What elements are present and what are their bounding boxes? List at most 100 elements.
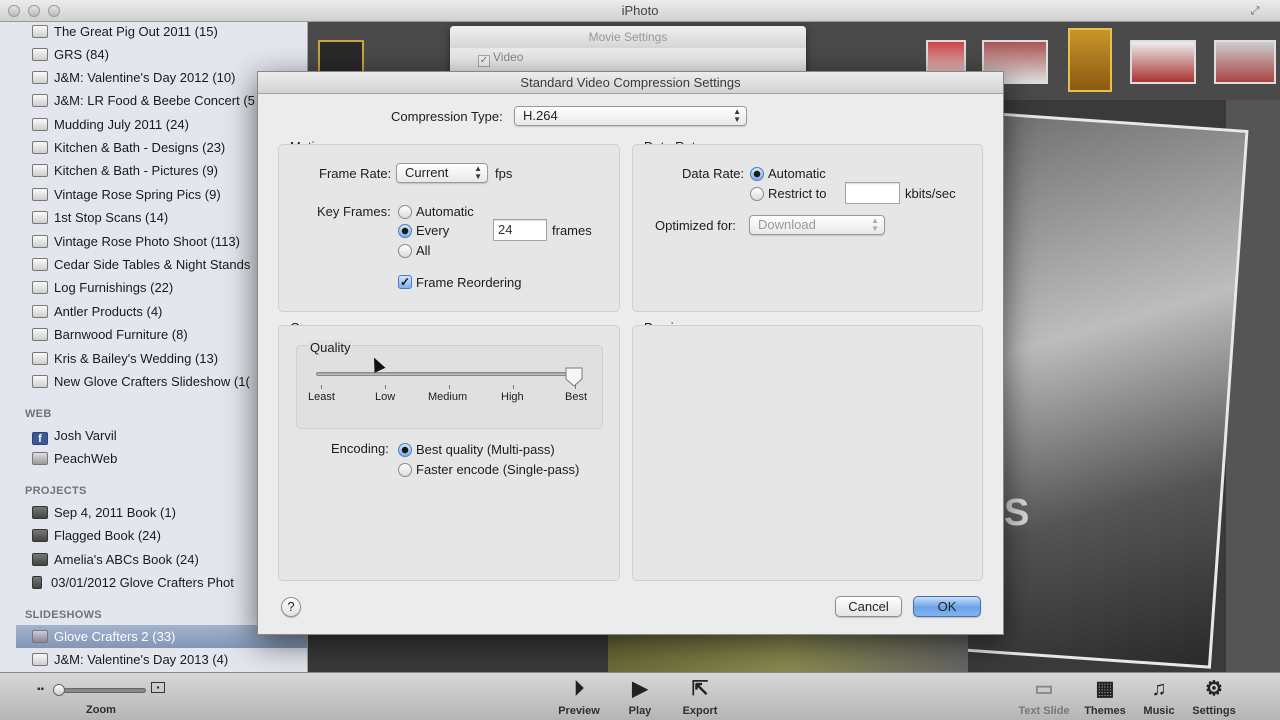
popup-arrows-icon: ▲ ▼: [733, 107, 741, 124]
sidebar-item-album[interactable]: Barnwood Furniture (8): [32, 324, 188, 346]
data-rate-automatic-label: Automatic: [768, 166, 826, 181]
preview-button[interactable]: ⏵ Preview: [549, 677, 609, 717]
sidebar-item-slideshow[interactable]: J&M: Valentine's Day 2013 (4): [32, 649, 228, 671]
key-frames-interval-field[interactable]: 24: [493, 219, 547, 241]
sidebar-item-album[interactable]: J&M: LR Food & Beebe Concert (5: [32, 90, 255, 112]
sidebar-item-project[interactable]: Amelia's ABCs Book (24): [32, 549, 199, 571]
settings-label: Settings: [1192, 705, 1236, 717]
key-frames-label: Key Frames:: [317, 204, 391, 219]
zoom-slider-thumb[interactable]: [53, 684, 65, 696]
data-rate-restrict-label: Restrict to: [768, 186, 827, 201]
album-icon: [32, 328, 48, 341]
sidebar-item-label: J&M: LR Food & Beebe Concert (5: [54, 93, 255, 108]
album-icon: [32, 25, 48, 38]
data-rate-restrict-radio[interactable]: [750, 187, 764, 201]
data-rate-automatic-radio[interactable]: [750, 167, 764, 181]
sidebar-item-album[interactable]: Cedar Side Tables & Night Stands: [32, 254, 250, 276]
quality-tick-label: Medium: [428, 391, 468, 403]
sidebar-item-album[interactable]: New Glove Crafters Slideshow (1(: [32, 371, 250, 393]
key-frames-all-radio[interactable]: [398, 244, 412, 258]
sidebar-item-label: Josh Varvil: [54, 428, 117, 443]
slide-floor-image: [608, 634, 968, 674]
album-icon: [32, 71, 48, 84]
sidebar-item-project[interactable]: Sep 4, 2011 Book (1): [32, 502, 176, 524]
encoding-best-quality-radio[interactable]: [398, 443, 412, 457]
sidebar-item-peachweb[interactable]: PeachWeb: [32, 448, 117, 470]
play-icon: ▶: [632, 678, 648, 700]
preview-label: Preview: [558, 705, 600, 717]
music-label: Music: [1143, 705, 1175, 717]
fullscreen-icon[interactable]: ⤢: [1248, 4, 1262, 18]
compression-type-popup[interactable]: H.264 ▲ ▼: [514, 106, 747, 126]
sidebar-item-album[interactable]: Vintage Rose Photo Shoot (113): [32, 231, 240, 253]
zoom-window-button[interactable]: [48, 5, 60, 17]
sidebar-item-album[interactable]: The Great Pig Out 2011 (15): [32, 22, 218, 43]
text-slide-button[interactable]: ▭ Text Slide: [1014, 677, 1074, 717]
small-photo-icon: ▪▪: [37, 684, 45, 695]
help-button[interactable]: ?: [281, 597, 301, 617]
slideshow-icon: [32, 630, 48, 643]
frame-rate-value: Current: [405, 165, 449, 180]
quality-slider-thumb[interactable]: [565, 367, 583, 387]
thumbnail[interactable]: [1130, 40, 1196, 84]
zoom-slider-track[interactable]: [56, 688, 146, 693]
video-checkbox[interactable]: ✓ Video: [478, 50, 523, 67]
key-frames-automatic-radio[interactable]: [398, 205, 412, 219]
sidebar-item-album[interactable]: J&M: Valentine's Day 2012 (10): [32, 67, 235, 89]
themes-button[interactable]: ▦ Themes: [1075, 677, 1135, 717]
optimized-for-label: Optimized for:: [655, 218, 736, 233]
frame-reordering-checkbox[interactable]: ✓: [398, 275, 412, 289]
sidebar-item-label: Mudding July 2011 (24): [54, 117, 189, 132]
sidebar-item-project[interactable]: Flagged Book (24): [32, 525, 161, 547]
quality-slider-track[interactable]: [316, 372, 578, 376]
minimize-window-button[interactable]: [28, 5, 40, 17]
close-window-button[interactable]: [8, 5, 20, 17]
movie-settings-title: Movie Settings: [450, 26, 806, 48]
play-button[interactable]: ▶ Play: [610, 677, 670, 717]
thumbnail[interactable]: [1068, 28, 1112, 92]
sidebar-item-label: Glove Crafters 2 (33): [54, 629, 176, 644]
album-icon: [32, 258, 48, 271]
large-photo-icon: ▪: [151, 682, 165, 693]
popup-arrows-icon: ▲ ▼: [474, 164, 482, 181]
sidebar-item-album[interactable]: 1st Stop Scans (14): [32, 207, 168, 229]
frame-rate-popup[interactable]: Current ▲ ▼: [396, 163, 488, 183]
sidebar-item-josh-varvil[interactable]: f Josh Varvil: [32, 425, 117, 447]
play-label: Play: [628, 705, 652, 717]
themes-icon: ▦: [1095, 678, 1115, 700]
album-icon: [32, 141, 48, 154]
export-button[interactable]: ⇱ Export: [670, 677, 730, 717]
cancel-button[interactable]: Cancel: [835, 596, 902, 617]
sidebar-item-slideshow[interactable]: Glove Crafters 2 (33): [32, 626, 175, 648]
sidebar-item-label: Kitchen & Bath - Pictures (9): [54, 163, 219, 178]
optimized-for-value: Download: [758, 217, 816, 232]
encoding-faster-label: Faster encode (Single-pass): [416, 462, 580, 477]
sidebar-item-album[interactable]: Log Furnishings (22): [32, 277, 173, 299]
sidebar-item-album[interactable]: Mudding July 2011 (24): [32, 114, 189, 136]
sidebar-item-album[interactable]: Kitchen & Bath - Pictures (9): [32, 160, 218, 182]
key-frames-every-label: Every: [416, 223, 450, 238]
sidebar-item-label: Kris & Bailey's Wedding (13): [54, 351, 219, 366]
album-icon: [32, 281, 48, 294]
book-icon: [32, 553, 48, 566]
sidebar-item-project[interactable]: 03/01/2012 Glove Crafters Phot: [32, 572, 234, 594]
gear-icon: ⚙: [1205, 678, 1223, 700]
bottom-toolbar: ▪▪ ▪ Zoom ⏵ Preview ▶ Play ⇱ Export ▭ Te…: [0, 672, 1280, 720]
data-rate-label: Data Rate:: [682, 166, 745, 181]
encoding-faster-radio[interactable]: [398, 463, 412, 477]
optimized-for-popup[interactable]: Download ▲ ▼: [749, 215, 885, 235]
sidebar-item-album[interactable]: GRS (84): [32, 44, 109, 66]
web-section-header: WEB: [25, 408, 52, 420]
ok-button[interactable]: OK: [913, 596, 981, 617]
sidebar-item-album[interactable]: Kris & Bailey's Wedding (13): [32, 348, 218, 370]
key-frames-every-radio[interactable]: [398, 224, 412, 238]
thumbnail[interactable]: [1214, 40, 1276, 84]
sidebar-item-album[interactable]: Antler Products (4): [32, 301, 162, 323]
data-rate-restrict-field[interactable]: [845, 182, 900, 204]
sidebar-item-album[interactable]: Vintage Rose Spring Pics (9): [32, 184, 221, 206]
album-icon: [32, 235, 48, 248]
settings-button[interactable]: ⚙ Settings: [1184, 677, 1244, 717]
music-button[interactable]: ♫ Music: [1129, 677, 1189, 717]
sidebar-item-album[interactable]: Kitchen & Bath - Designs (23): [32, 137, 225, 159]
album-icon: [32, 164, 48, 177]
